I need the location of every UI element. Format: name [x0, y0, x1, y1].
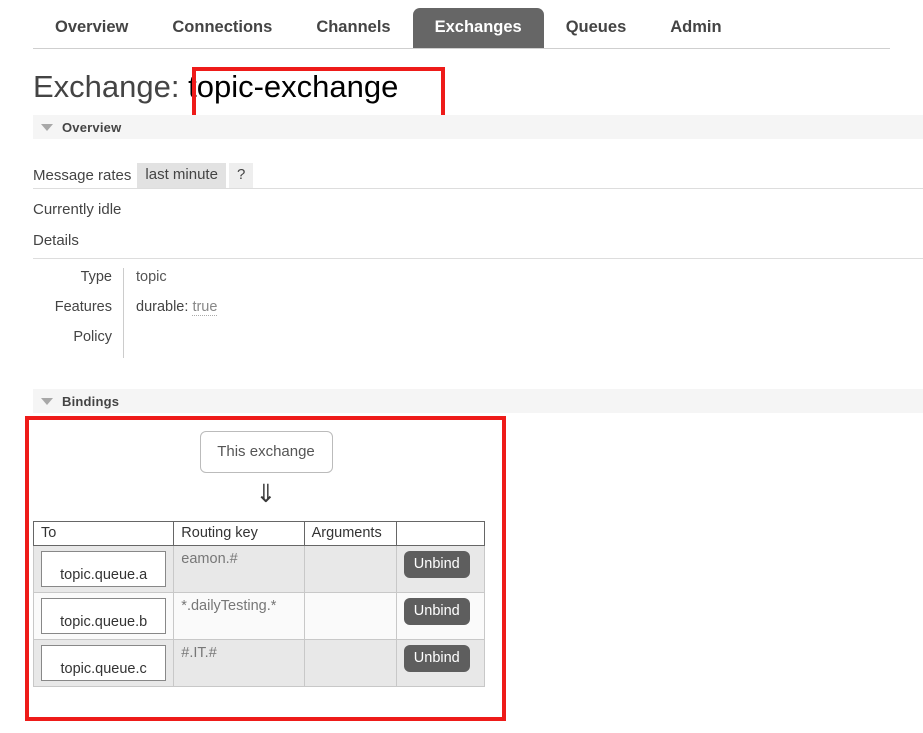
binding-routing-key-cell: *.dailyTesting.* [173, 592, 305, 640]
chevron-down-icon [41, 123, 53, 131]
column-header-to: To [32, 521, 175, 546]
queue-link-topic-queue-c[interactable]: topic.queue.c [41, 645, 167, 681]
details-value-type: topic [123, 268, 433, 298]
bindings-panel: This exchange ⇓ To Routing key Arguments… [32, 421, 499, 687]
details-label: Details [33, 232, 79, 249]
table-row: topic.queue.b *.dailyTesting.* Unbind [32, 592, 486, 640]
nav-tab-list: Overview Connections Channels Exchanges … [33, 6, 744, 48]
rate-period-tab-last-minute[interactable]: last minute [137, 162, 226, 188]
currently-idle-text: Currently idle [33, 201, 122, 218]
message-rates-label: Message rates [33, 166, 132, 184]
table-row: topic.queue.a eamon.# Unbind [32, 545, 486, 593]
unbind-button[interactable]: Unbind [403, 598, 470, 625]
chevron-down-icon [41, 397, 53, 405]
column-header-routing-key: Routing key [173, 521, 305, 546]
binding-to-cell: topic.queue.a [32, 545, 175, 593]
binding-arguments-cell [303, 592, 397, 640]
double-down-arrow-icon: ⇓ [255, 479, 277, 508]
binding-action-cell: Unbind [395, 545, 486, 593]
top-navigation-bar: Overview Connections Channels Exchanges … [0, 0, 923, 50]
binding-arguments-cell [303, 639, 397, 687]
details-row-header: Details [33, 232, 923, 259]
details-value-policy [123, 328, 433, 358]
table-row: topic.queue.c #.IT.# Unbind [32, 639, 486, 687]
details-row-policy: Policy [33, 328, 433, 358]
nav-tab-connections[interactable]: Connections [150, 8, 294, 48]
page-title-exchange-name: topic-exchange [188, 69, 399, 104]
page-title-prefix: Exchange: [33, 69, 180, 104]
binding-action-cell: Unbind [395, 639, 486, 687]
page-title: Exchange: topic-exchange [33, 68, 398, 106]
nav-tab-overview[interactable]: Overview [33, 8, 150, 48]
binding-routing-key-cell: #.IT.# [173, 639, 305, 687]
section-header-overview[interactable]: Overview [33, 115, 923, 139]
queue-link-topic-queue-b[interactable]: topic.queue.b [41, 598, 167, 634]
queue-link-topic-queue-a[interactable]: topic.queue.a [41, 551, 167, 587]
binding-to-cell: topic.queue.b [32, 592, 175, 640]
details-key-type: Type [80, 269, 112, 285]
details-row-type: Type topic [33, 268, 433, 298]
details-key-value-table: Type topic Features durable: true Policy [33, 268, 433, 358]
feature-durable-value: true [192, 299, 218, 316]
nav-tab-admin[interactable]: Admin [648, 8, 743, 48]
this-exchange-box: This exchange [199, 431, 333, 473]
help-icon[interactable]: ? [228, 162, 254, 188]
bindings-table-header-row: To Routing key Arguments [32, 521, 486, 546]
unbind-button[interactable]: Unbind [403, 551, 470, 578]
details-key-features: Features [54, 299, 112, 315]
feature-durable-label: durable: [136, 299, 189, 315]
nav-underline-divider [33, 48, 890, 49]
column-header-arguments: Arguments [303, 521, 397, 546]
details-value-features: durable: true [123, 298, 433, 328]
section-header-bindings-label: Bindings [62, 393, 120, 409]
section-header-overview-label: Overview [62, 119, 122, 135]
column-header-actions [395, 521, 486, 546]
message-rates-row: Message rates last minute ? [33, 162, 923, 189]
binding-action-cell: Unbind [395, 592, 486, 640]
details-key-policy: Policy [73, 329, 112, 345]
binding-arguments-cell [303, 545, 397, 593]
unbind-button[interactable]: Unbind [403, 645, 470, 672]
binding-routing-key-cell: eamon.# [173, 545, 305, 593]
section-header-bindings[interactable]: Bindings [33, 389, 923, 413]
nav-tab-channels[interactable]: Channels [294, 8, 412, 48]
nav-tab-exchanges[interactable]: Exchanges [412, 8, 544, 48]
details-row-features: Features durable: true [33, 298, 433, 328]
nav-tab-queues[interactable]: Queues [544, 8, 649, 48]
binding-to-cell: topic.queue.c [32, 639, 175, 687]
bindings-table: To Routing key Arguments topic.queue.a e… [32, 521, 486, 687]
